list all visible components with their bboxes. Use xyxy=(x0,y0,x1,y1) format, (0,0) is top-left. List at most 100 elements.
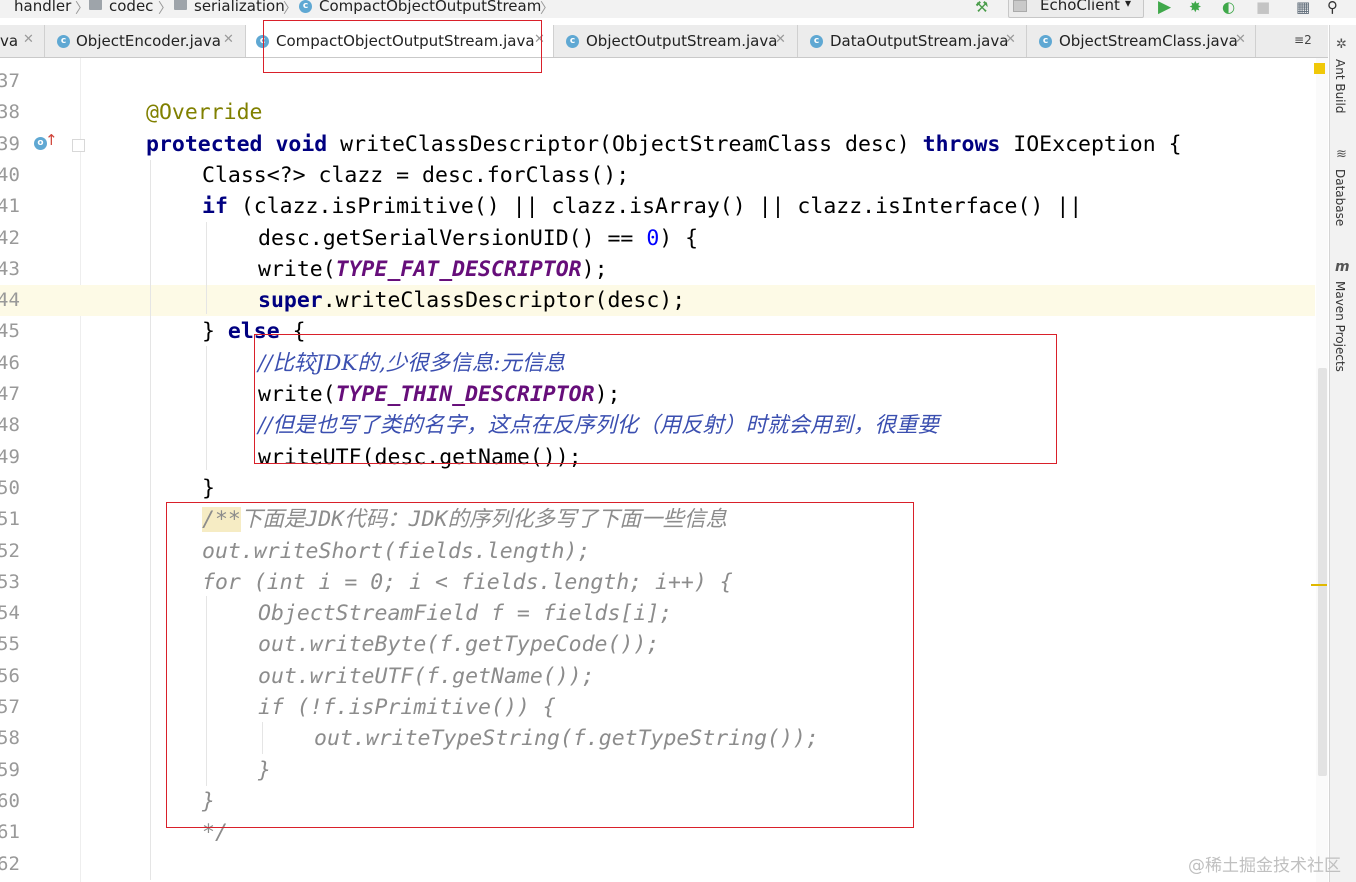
code-token: TYPE_FAT_DESCRIPTOR xyxy=(335,256,582,282)
code-token: write( xyxy=(258,256,336,282)
run-configuration-select[interactable]: EchoClient ▾ xyxy=(1008,0,1144,18)
code-line[interactable]: 46 //比较JDK的,少很多信息:元信息 xyxy=(0,348,1310,379)
close-icon[interactable]: ✕ xyxy=(23,32,34,47)
code-token: writeUTF(desc.getName()); xyxy=(258,444,582,470)
code-line[interactable]: 55 out.writeByte(f.getTypeCode()); xyxy=(0,629,1310,660)
tab-va[interactable]: va ✕ xyxy=(0,25,45,57)
project-structure-icon[interactable]: ▦ xyxy=(1296,0,1310,15)
line-number: 61 xyxy=(0,821,20,844)
code-line[interactable]: 59} xyxy=(0,755,1310,786)
code-text: writeUTF(desc.getName()); xyxy=(258,442,582,473)
tool-database[interactable]: Database xyxy=(1333,169,1347,226)
code-line[interactable]: 40 Class<?> clazz = desc.forClass(); xyxy=(0,160,1310,191)
code-line[interactable]: 61 */ xyxy=(0,817,1310,848)
code-token: ) { xyxy=(659,225,699,251)
code-token: writeClassDescriptor(ObjectStreamClass d… xyxy=(327,131,923,157)
navigation-bar: handler 〉 codec 〉 serialization 〉 c Comp… xyxy=(0,0,1356,18)
coverage-icon[interactable]: ◐ xyxy=(1222,0,1235,15)
code-token: (clazz.isPrimitive() || clazz.isArray() … xyxy=(227,194,1083,220)
code-token: throws xyxy=(922,131,1001,157)
tab-objectencoder[interactable]: c ObjectEncoder.java ✕ xyxy=(45,25,246,57)
code-token: .writeClassDescriptor(desc); xyxy=(322,288,686,314)
class-icon: c xyxy=(299,0,312,13)
line-number: 45 xyxy=(0,320,20,343)
close-icon[interactable]: ✕ xyxy=(1005,32,1016,47)
close-icon[interactable]: ✕ xyxy=(534,32,545,47)
code-text: if (clazz.isPrimitive() || clazz.isArray… xyxy=(202,191,1082,222)
folder-icon xyxy=(89,0,102,10)
code-token: out.writeShort(fields.length); xyxy=(202,538,591,564)
line-number: 58 xyxy=(0,727,20,750)
code-line[interactable]: 37 xyxy=(0,66,1310,97)
code-text: } else { xyxy=(202,316,306,347)
code-text: /**下面是JDK代码：JDK的序列化多写了下面一些信息 xyxy=(202,504,727,535)
stop-icon[interactable]: ■ xyxy=(1256,0,1270,15)
code-line[interactable]: 52 out.writeShort(fields.length); xyxy=(0,536,1310,567)
line-number: 62 xyxy=(0,852,20,875)
line-number: 60 xyxy=(0,789,20,812)
code-token: @Override xyxy=(146,100,263,126)
run-config-label: EchoClient xyxy=(1040,0,1120,14)
close-icon[interactable]: ✕ xyxy=(223,32,234,47)
code-line[interactable]: 57 if (!f.isPrimitive()) { xyxy=(0,692,1310,723)
breadcrumb-item-codec[interactable]: codec xyxy=(109,0,153,15)
code-text: } xyxy=(202,473,215,504)
code-line[interactable]: 45 } else { xyxy=(0,316,1310,347)
chevron-down-icon: ▾ xyxy=(1125,0,1132,10)
line-number: 52 xyxy=(0,539,20,562)
tab-dataoutputstream[interactable]: c DataOutputStream.java ✕ xyxy=(798,25,1027,57)
search-icon[interactable]: ⚲ xyxy=(1327,0,1338,15)
breadcrumb-separator: 〉 xyxy=(158,1,172,17)
code-token: //比较JDK的,少很多信息:元信息 xyxy=(258,350,565,376)
tab-objectstreamclass[interactable]: c ObjectStreamClass.java ✕ xyxy=(1027,25,1256,57)
code-line[interactable]: 51 /**下面是JDK代码：JDK的序列化多写了下面一些信息 xyxy=(0,504,1310,535)
code-line[interactable]: 44 super.writeClassDescriptor(desc); xyxy=(0,285,1310,316)
code-line[interactable]: 56 out.writeUTF(f.getName()); xyxy=(0,661,1310,692)
scrollbar-thumb[interactable] xyxy=(1318,368,1327,776)
code-line[interactable]: 53 for (int i = 0; i < fields.length; i++… xyxy=(0,567,1310,598)
line-number: 49 xyxy=(0,445,20,468)
tool-ant-build[interactable]: Ant Build xyxy=(1333,59,1347,113)
line-number: 42 xyxy=(0,226,20,249)
breadcrumb-separator: 〉 xyxy=(540,1,554,17)
code-line[interactable]: 41 if (clazz.isPrimitive() || clazz.isArr… xyxy=(0,191,1310,222)
tab-compactobjectoutputstream[interactable]: c CompactObjectOutputStream.java ✕ xyxy=(246,25,554,57)
tab-label: ObjectOutputStream.java xyxy=(586,32,778,50)
warning-stripe-marker[interactable] xyxy=(1311,584,1327,586)
code-line[interactable]: 38 @Override xyxy=(0,97,1310,128)
code-line[interactable]: 47 write(TYPE_THIN_DESCRIPTOR); xyxy=(0,379,1310,410)
line-number: 51 xyxy=(0,508,20,531)
code-line[interactable]: 54 ObjectStreamField f = fields[i]; xyxy=(0,598,1310,629)
code-token: { xyxy=(279,319,306,345)
line-number: 56 xyxy=(0,664,20,687)
breadcrumb-item-handler[interactable]: handler xyxy=(14,0,71,15)
inspection-status-icon[interactable] xyxy=(1314,63,1325,74)
run-icon[interactable]: ▶ xyxy=(1158,0,1171,16)
code-line[interactable]: 39 protected void writeClassDescriptor(Ob… xyxy=(0,129,1310,160)
code-line[interactable]: 58 out.writeTypeString(f.getTypeString())… xyxy=(0,723,1310,754)
debug-icon[interactable]: ✸ xyxy=(1189,0,1202,15)
code-line[interactable]: 42 desc.getSerialVersionUID() == 0) { xyxy=(0,223,1310,254)
breadcrumb-item-serialization[interactable]: serialization xyxy=(194,0,285,15)
class-icon: c xyxy=(810,35,823,48)
code-line[interactable]: 60} xyxy=(0,786,1310,817)
build-hammer-icon[interactable]: ⚒ xyxy=(975,0,988,15)
close-icon[interactable]: ✕ xyxy=(775,32,786,47)
code-line[interactable]: 43 write(TYPE_FAT_DESCRIPTOR); xyxy=(0,254,1310,285)
code-line[interactable]: 50} xyxy=(0,473,1310,504)
tool-maven-projects[interactable]: Maven Projects xyxy=(1333,281,1347,372)
line-number: 39 xyxy=(0,132,20,155)
tab-overflow-button[interactable]: ≡2 xyxy=(1294,33,1312,47)
code-token: protected xyxy=(146,131,263,157)
database-icon: ≋ xyxy=(1336,147,1347,162)
code-text: out.writeUTF(f.getName()); xyxy=(258,661,595,692)
close-icon[interactable]: ✕ xyxy=(1235,32,1246,47)
code-line[interactable]: 62 xyxy=(0,849,1310,880)
code-line[interactable]: 48 //但是也写了类的名字，这点在反序列化（用反射）时就会用到，很重要 xyxy=(0,410,1310,441)
breadcrumb-separator: 〉 xyxy=(283,1,297,17)
tab-objectoutputstream[interactable]: c ObjectOutputStream.java ✕ xyxy=(554,25,798,57)
code-text: desc.getSerialVersionUID() == 0) { xyxy=(258,223,698,254)
folder-icon xyxy=(174,0,187,10)
breadcrumb-item-compactobjectoutputstream[interactable]: CompactObjectOutputStream xyxy=(319,0,541,15)
code-line[interactable]: 49 writeUTF(desc.getName()); xyxy=(0,442,1310,473)
